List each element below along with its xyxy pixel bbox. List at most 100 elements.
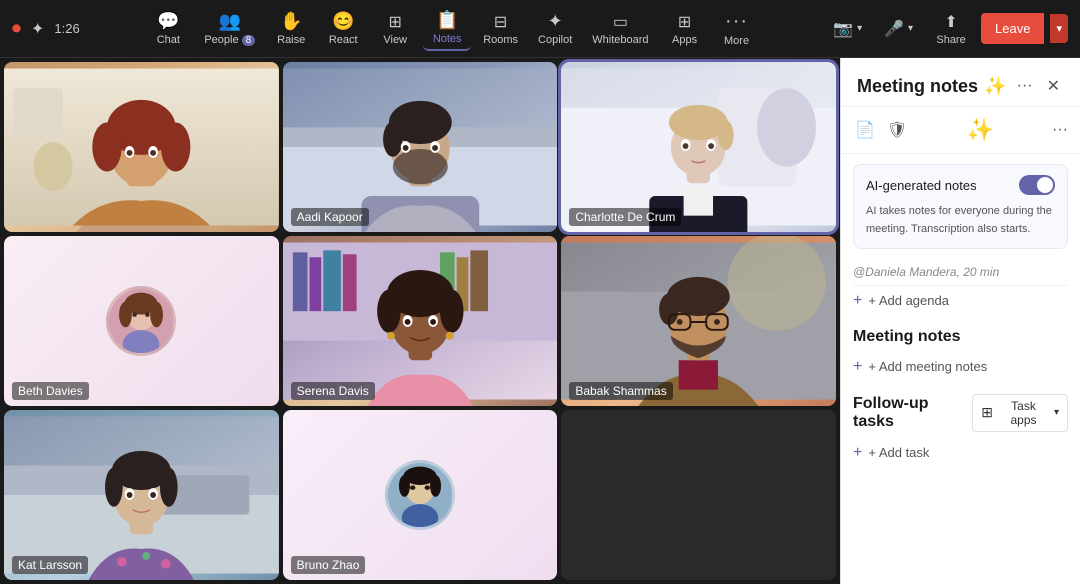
panel-content: @Daniela Mandera, 20 min + + Add agenda … [841,259,1080,584]
ai-notes-toggle[interactable] [1019,175,1055,195]
topbar-right: 📷 ▾ 🎤 ▾ ⬆ Share Leave ▾ [825,8,1068,50]
agenda-item-text: @Daniela Mandera, 20 min [853,265,999,279]
add-notes-icon: + [853,358,862,376]
panel-header: Meeting notes ✨ ··· ✕ [841,58,1080,107]
nav-copilot[interactable]: ✦ Copilot [530,7,580,50]
nav-raise-label: Raise [277,34,305,46]
side-panel: Meeting notes ✨ ··· ✕ 📄 🛡 ✨ ··· AI-gener… [840,58,1080,584]
task-apps-label: Task apps [997,399,1050,427]
meeting-notes-heading: Meeting notes [853,316,1068,352]
followup-header: Follow-up tasks ⊞ Task apps ▾ [853,382,1068,438]
leave-dropdown-button[interactable]: ▾ [1050,14,1068,43]
notes-tab-icon[interactable]: 📄 [853,118,877,142]
main-area: Aadi Kapoor [0,58,1080,584]
participant-name-7: Kat Larsson [12,556,88,574]
nav-rooms-label: Rooms [483,34,518,46]
video-cell-2: Aadi Kapoor [283,62,558,232]
camera-dropdown-icon: ▾ [857,23,862,34]
apps-icon: ⊞ [678,12,691,32]
more-icon: ··· [725,10,748,33]
participant-name-2: Aadi Kapoor [291,208,369,226]
more-options-icon[interactable]: ··· [1013,75,1037,97]
nav-raise[interactable]: ✋ Raise [267,7,315,50]
nav-rooms[interactable]: ⊟ Rooms [475,8,526,50]
react-icon: 😊 [332,11,354,32]
nav-whiteboard-label: Whiteboard [592,34,648,46]
leave-button[interactable]: Leave [981,13,1044,44]
add-task-button[interactable]: + + Add task [853,438,1068,468]
nav-more[interactable]: ··· More [713,6,761,51]
topbar: ⏺ ✦ 1:26 💬 Chat 👥 People 8 ✋ Raise 😊 Rea… [0,0,1080,58]
topbar-left: ⏺ ✦ 1:26 [12,18,80,39]
participant-name-6: Babak Shammas [569,382,672,400]
video-cell-6: Babak Shammas [561,236,836,406]
rooms-icon: ⊟ [494,12,507,32]
nav-chat-label: Chat [157,34,180,46]
avatar-beth [106,286,176,356]
nav-apps-label: Apps [672,34,697,46]
nav-notes-label: Notes [433,33,462,45]
video-cell-5: Serena Davis [283,236,558,406]
chat-icon: 💬 [157,11,179,32]
mic-dropdown-icon: ▾ [908,23,913,34]
nav-mic[interactable]: 🎤 ▾ [876,15,921,43]
video-cell-1 [4,62,279,232]
participant-name-3: Charlotte De Crum [569,208,681,226]
participant-name-5: Serena Davis [291,382,375,400]
panel-toolbar: 📄 🛡 ✨ ··· [841,107,1080,154]
camera-icon: 📷 [833,19,853,39]
ai-notes-description: AI takes notes for everyone during the m… [866,205,1052,235]
add-notes-button[interactable]: + + Add meeting notes [853,352,1068,382]
video-cell-4: Beth Davies [4,236,279,406]
video-cell-empty [561,410,836,580]
nav-copilot-label: Copilot [538,34,572,46]
video-cell-8: Bruno Zhao [283,410,558,580]
notes-icon: 📋 [436,10,458,31]
participant-name-4: Beth Davies [12,382,89,400]
ai-notes-section: AI-generated notes AI takes notes for ev… [853,164,1068,249]
nav-notes[interactable]: 📋 Notes [423,6,471,51]
task-apps-icon: ⊞ [981,404,993,421]
task-apps-dropdown-icon: ▾ [1054,407,1059,418]
sparkle-icon: ✦ [31,19,44,39]
add-task-icon: + [853,444,862,462]
video-cell-7: Kat Larsson [4,410,279,580]
people-icon: 👥 [219,11,241,32]
add-agenda-icon: + [853,292,862,310]
sparkle-magic-icon: ✨ [984,76,1006,97]
timer: 1:26 [54,21,79,36]
nav-react[interactable]: 😊 React [319,7,367,50]
panel-more-icon[interactable]: ··· [1052,121,1068,139]
raise-icon: ✋ [280,11,302,32]
view-icon: ⊞ [388,12,401,32]
nav-bar: 💬 Chat 👥 People 8 ✋ Raise 😊 React ⊞ View… [144,6,760,51]
nav-people[interactable]: 👥 People 8 [196,7,263,50]
copilot-icon: ✦ [548,11,563,32]
shield-icon[interactable]: 🛡 [885,118,909,142]
panel-header-actions: ✨ ··· ✕ [984,74,1064,98]
nav-share[interactable]: ⬆ Share [927,8,975,50]
task-apps-button[interactable]: ⊞ Task apps ▾ [972,394,1068,432]
ai-notes-header: AI-generated notes [866,175,1055,195]
panel-title: Meeting notes [857,76,978,97]
nav-view[interactable]: ⊞ View [371,8,419,50]
add-task-label: + Add task [868,445,929,460]
followup-heading: Follow-up tasks [853,395,972,431]
record-icon: ⏺ [12,18,21,39]
nav-people-label: People 8 [204,34,255,46]
add-agenda-button[interactable]: + + Add agenda [853,286,1068,316]
nav-camera[interactable]: 📷 ▾ [825,15,870,43]
nav-whiteboard[interactable]: ▭ Whiteboard [584,8,656,50]
nav-chat[interactable]: 💬 Chat [144,7,192,50]
add-notes-label: + Add meeting notes [868,359,987,374]
video-grid: Aadi Kapoor [0,58,840,584]
share-icon: ⬆ [944,12,957,32]
agenda-item: @Daniela Mandera, 20 min [853,259,1068,286]
cursor-glow-icon: ✨ [967,117,994,143]
nav-apps[interactable]: ⊞ Apps [661,8,709,50]
whiteboard-icon: ▭ [613,12,628,32]
nav-more-label: More [724,35,749,47]
panel-toolbar-left: 📄 🛡 [853,118,909,142]
video-cell-3: Charlotte De Crum [561,62,836,232]
close-button[interactable]: ✕ [1043,74,1064,98]
